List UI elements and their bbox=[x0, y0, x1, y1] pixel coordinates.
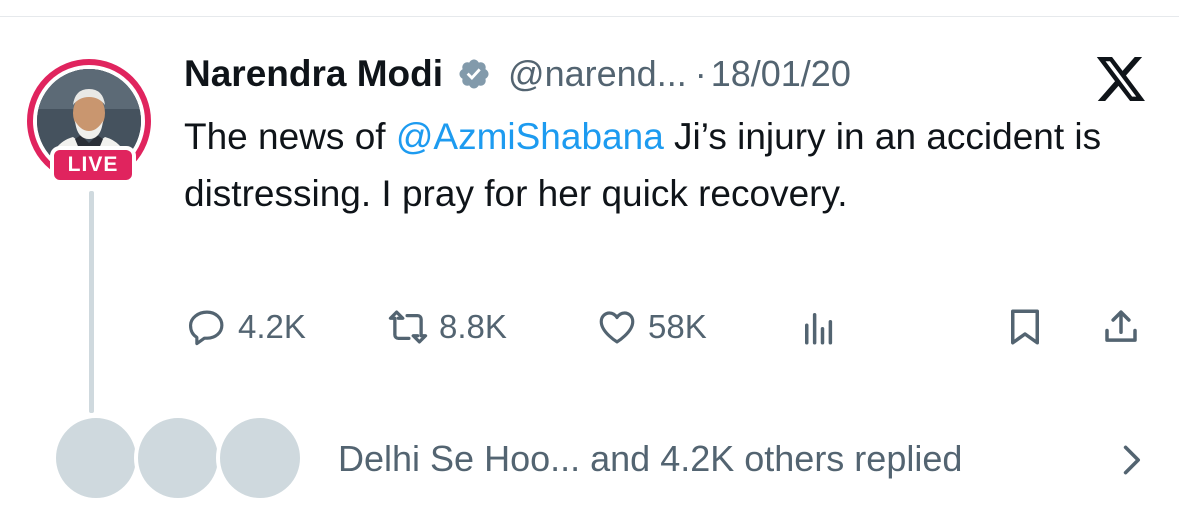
share-icon bbox=[1105, 310, 1137, 342]
reply-icon bbox=[188, 310, 224, 346]
like-count: 58K bbox=[648, 308, 707, 345]
like-button[interactable]: 58K bbox=[596, 304, 707, 350]
reply-avatar bbox=[216, 414, 304, 502]
views-button[interactable] bbox=[798, 304, 840, 350]
replies-summary[interactable]: Delhi Se Hoo... and 4.2K others replied bbox=[338, 438, 962, 480]
views-icon bbox=[805, 313, 833, 345]
repost-button[interactable]: 8.8K bbox=[387, 304, 507, 350]
tweet-text: The news of @AzmiShabana Ji’s injury in … bbox=[184, 108, 1144, 222]
tweet-text-start: The news of bbox=[184, 116, 396, 157]
reply-avatar bbox=[134, 414, 222, 502]
like-icon bbox=[599, 311, 635, 344]
reply-avatar bbox=[52, 414, 140, 502]
bookmark-button[interactable] bbox=[1004, 304, 1046, 350]
tweet-header: Narendra Modi @narend... · 18/01/20 bbox=[184, 52, 851, 96]
repost-icon bbox=[388, 310, 428, 344]
mention-link[interactable]: @AzmiShabana bbox=[396, 116, 664, 157]
author-name[interactable]: Narendra Modi bbox=[184, 53, 443, 95]
x-logo-icon bbox=[1096, 57, 1145, 101]
verified-badge-icon bbox=[459, 59, 489, 89]
reply-count: 4.2K bbox=[238, 308, 306, 345]
repost-count: 8.8K bbox=[439, 308, 507, 345]
chevron-right-icon[interactable] bbox=[1120, 442, 1142, 478]
thread-line bbox=[89, 191, 94, 413]
separator-dot: · bbox=[694, 53, 707, 94]
live-badge: LIVE bbox=[50, 146, 136, 184]
reply-facepile[interactable] bbox=[52, 414, 352, 504]
top-divider bbox=[0, 16, 1179, 17]
reply-button[interactable]: 4.2K bbox=[186, 304, 306, 350]
tweet-date[interactable]: 18/01/20 bbox=[711, 53, 851, 95]
author-handle[interactable]: @narend... bbox=[508, 53, 687, 95]
bookmark-icon bbox=[1011, 309, 1039, 345]
share-button[interactable] bbox=[1100, 304, 1142, 350]
action-bar: 4.2K 8.8K 58K bbox=[186, 304, 1156, 350]
